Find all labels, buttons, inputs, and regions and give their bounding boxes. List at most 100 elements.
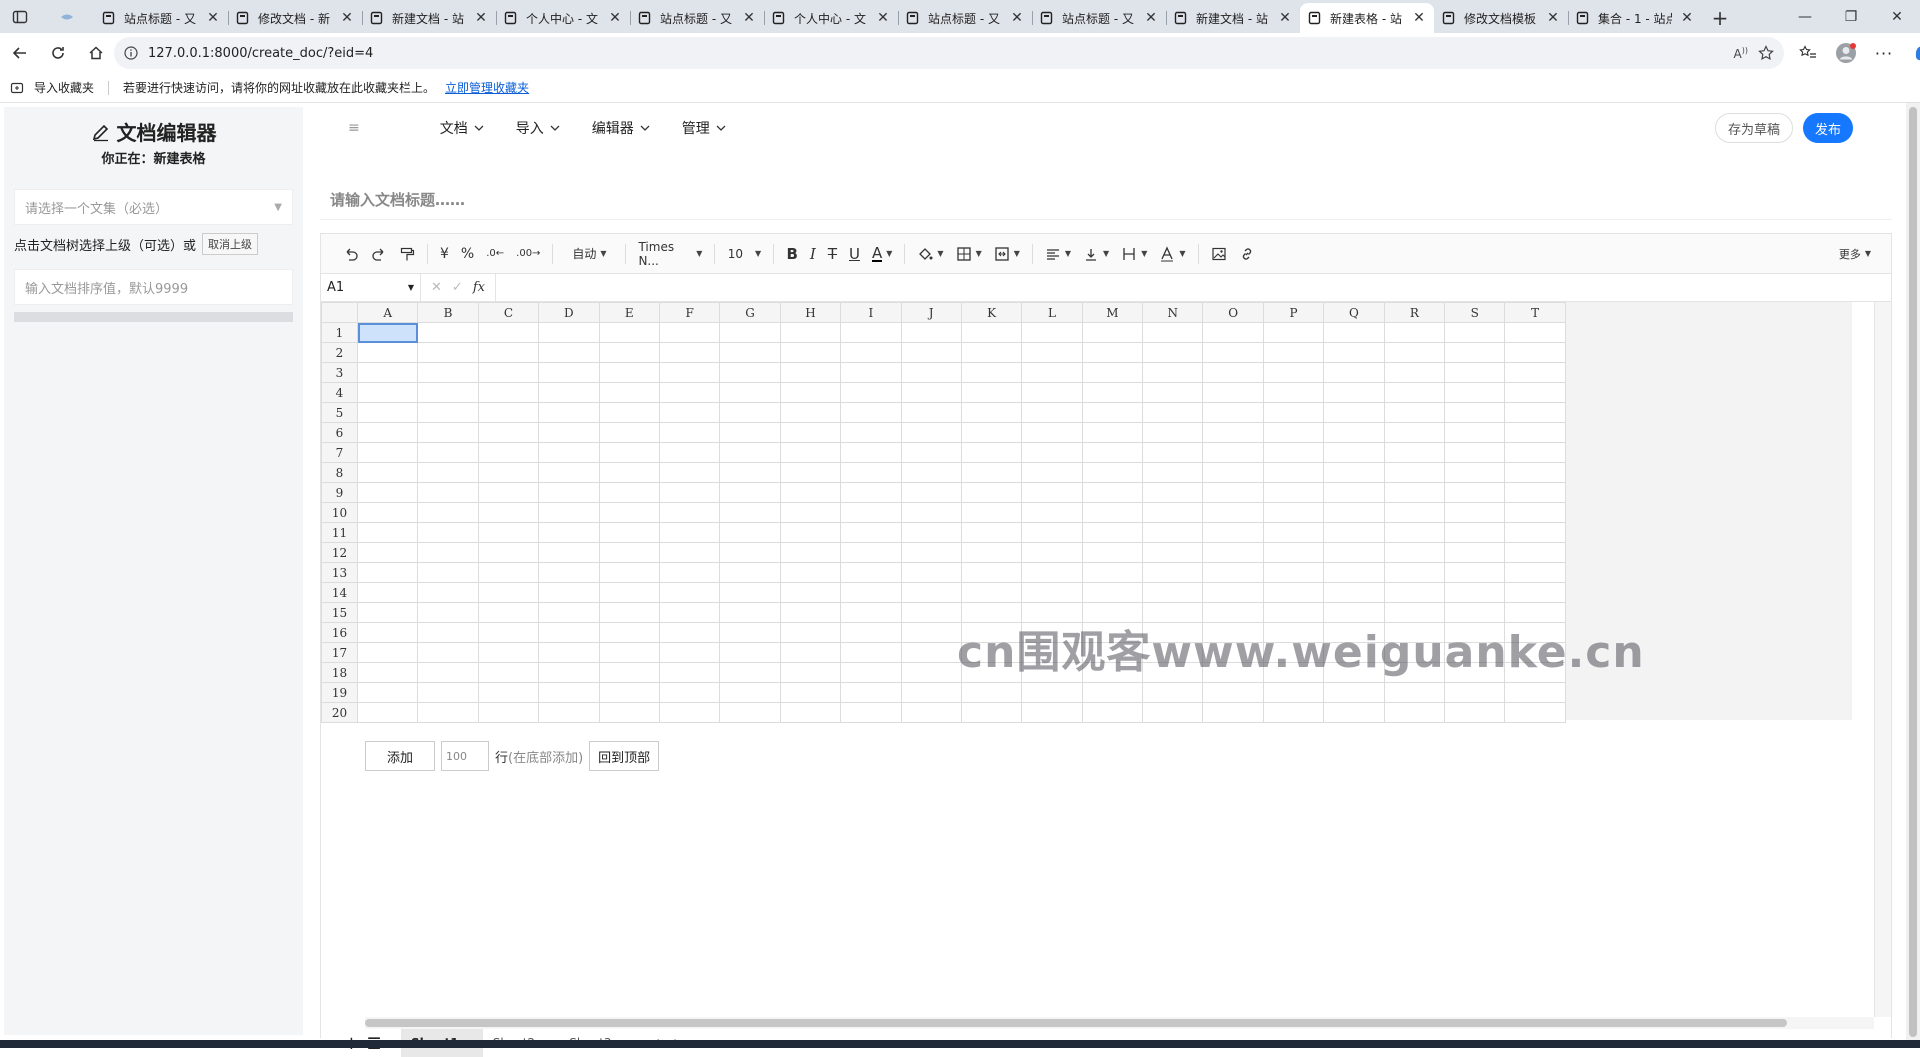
close-tab-icon[interactable]: ✕ <box>1278 10 1292 26</box>
cell[interactable] <box>960 402 1023 423</box>
cell[interactable] <box>356 662 419 683</box>
cell[interactable] <box>960 382 1023 403</box>
cell[interactable] <box>477 402 540 423</box>
cell[interactable] <box>900 362 962 383</box>
cell[interactable] <box>960 362 1023 383</box>
close-tab-icon[interactable]: ✕ <box>1546 10 1560 26</box>
cell[interactable] <box>719 522 781 543</box>
cell[interactable] <box>779 402 842 423</box>
import-favorites-link[interactable]: 导入收藏夹 <box>34 79 94 96</box>
cell[interactable] <box>1444 542 1506 563</box>
column-header[interactable]: J <box>900 302 962 323</box>
cell[interactable] <box>960 582 1023 603</box>
cell[interactable] <box>1081 482 1144 503</box>
cell[interactable] <box>779 462 842 483</box>
cell[interactable] <box>658 702 721 723</box>
cell[interactable] <box>658 502 721 523</box>
cell[interactable] <box>538 462 600 483</box>
browser-tab[interactable]: 修改文档模板 ✕ <box>1434 3 1568 33</box>
cell[interactable] <box>1323 522 1385 543</box>
cell[interactable] <box>900 422 962 443</box>
cell[interactable] <box>779 382 842 403</box>
browser-tab[interactable]: 站点标题 - 又 ✕ <box>898 3 1032 33</box>
cell[interactable] <box>356 562 419 583</box>
cell[interactable] <box>1323 682 1385 703</box>
cell[interactable] <box>598 602 660 623</box>
browser-tab[interactable]: 站点标题 - 又 ✕ <box>1032 3 1166 33</box>
cell[interactable] <box>538 502 600 523</box>
cell[interactable] <box>1202 362 1264 383</box>
cell[interactable] <box>598 682 660 703</box>
cell[interactable] <box>779 482 842 503</box>
cell[interactable] <box>1444 702 1506 723</box>
cell[interactable] <box>1383 562 1446 583</box>
cell[interactable] <box>1142 462 1204 483</box>
publish-button[interactable]: 发布 <box>1803 113 1853 143</box>
cell[interactable] <box>1383 502 1446 523</box>
cell[interactable] <box>658 462 721 483</box>
row-header[interactable]: 3 <box>321 362 358 383</box>
cell[interactable] <box>356 402 419 423</box>
cell[interactable] <box>1504 462 1566 483</box>
cell[interactable] <box>1504 442 1566 463</box>
cell[interactable] <box>779 562 842 583</box>
increase-decimal-button[interactable]: .00→ <box>510 240 546 268</box>
cell[interactable] <box>1202 482 1264 503</box>
cell[interactable] <box>417 582 479 603</box>
cell[interactable] <box>840 502 902 523</box>
cell[interactable] <box>598 622 660 643</box>
cell[interactable] <box>658 622 721 643</box>
browser-tab[interactable]: 站点标题 - 又 ✕ <box>94 3 228 33</box>
cell[interactable] <box>1383 322 1446 343</box>
cell[interactable] <box>598 402 660 423</box>
cell[interactable] <box>1021 522 1083 543</box>
column-header[interactable]: L <box>1021 302 1083 323</box>
cell[interactable] <box>658 362 721 383</box>
cell[interactable] <box>840 422 902 443</box>
cell[interactable] <box>477 322 540 343</box>
column-header[interactable]: O <box>1202 302 1264 323</box>
cancel-parent-button[interactable]: 取消上级 <box>202 233 259 255</box>
cell[interactable] <box>538 682 600 703</box>
borders-button[interactable]: ▼ <box>950 240 988 268</box>
row-header[interactable]: 12 <box>321 542 358 563</box>
cell[interactable] <box>1081 322 1144 343</box>
cell[interactable] <box>1504 502 1566 523</box>
row-header[interactable]: 16 <box>321 622 358 643</box>
fx-icon[interactable]: fx <box>473 280 485 295</box>
cell[interactable] <box>1383 522 1446 543</box>
cell[interactable] <box>1202 542 1264 563</box>
cell[interactable] <box>840 442 902 463</box>
copilot-button[interactable] <box>1904 35 1920 71</box>
cell[interactable] <box>779 582 842 603</box>
cell[interactable] <box>900 582 962 603</box>
number-format-select[interactable]: 自动 ▼ <box>559 240 619 268</box>
cell[interactable] <box>1444 402 1506 423</box>
read-aloud-icon[interactable]: A)) <box>1734 46 1748 61</box>
cell[interactable] <box>1504 522 1566 543</box>
cell[interactable] <box>779 422 842 443</box>
cell[interactable] <box>1444 342 1506 363</box>
cell[interactable] <box>598 382 660 403</box>
cell[interactable] <box>417 642 479 663</box>
cell[interactable] <box>1444 582 1506 603</box>
cell[interactable] <box>1504 342 1566 363</box>
cell[interactable] <box>960 542 1023 563</box>
more-tools-button[interactable]: 更多 ▼ <box>1833 240 1877 268</box>
close-tab-icon[interactable]: ✕ <box>340 10 354 26</box>
cell[interactable] <box>840 602 902 623</box>
cell[interactable] <box>1444 562 1506 583</box>
cell[interactable] <box>477 622 540 643</box>
cell[interactable] <box>1202 702 1264 723</box>
cell[interactable] <box>719 442 781 463</box>
cell[interactable] <box>658 522 721 543</box>
cell[interactable] <box>719 342 781 363</box>
cell[interactable] <box>1504 382 1566 403</box>
browser-tab[interactable]: 新建文档 - 站 ✕ <box>362 3 496 33</box>
cell[interactable] <box>840 522 902 543</box>
cell[interactable] <box>598 362 660 383</box>
cell[interactable] <box>1021 582 1083 603</box>
cell[interactable] <box>840 462 902 483</box>
cell[interactable] <box>356 542 419 563</box>
page-scrollbar[interactable] <box>1906 103 1920 1048</box>
